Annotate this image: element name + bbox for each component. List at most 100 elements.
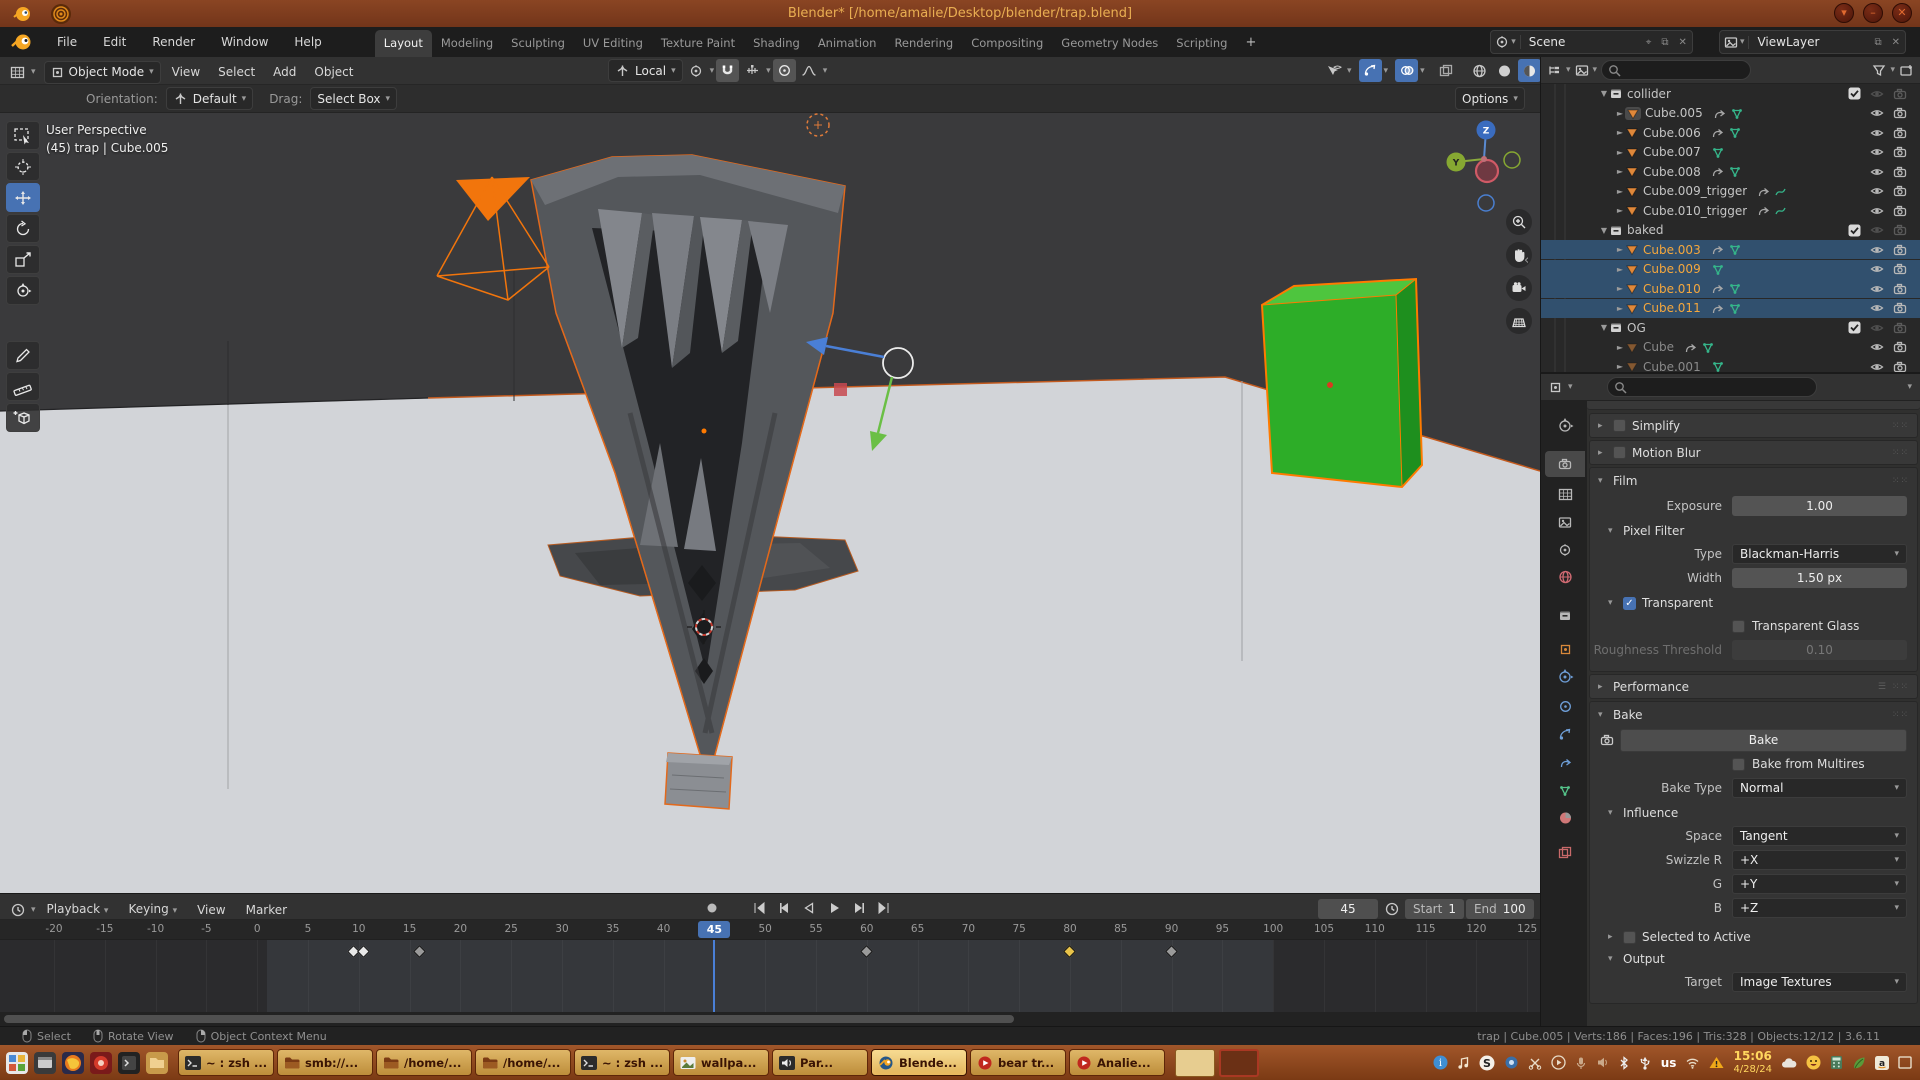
falloff-icon[interactable]: [798, 59, 821, 82]
taskbar-window-zsh[interactable]: ~ : zsh ...: [574, 1049, 670, 1076]
collection-checkbox[interactable]: [1848, 87, 1861, 100]
restore-button[interactable]: –: [1863, 3, 1883, 23]
new-scene-icon[interactable]: ⧉: [1656, 37, 1673, 48]
scissors-icon[interactable]: [1528, 1056, 1542, 1070]
collection-checkbox[interactable]: [1848, 321, 1861, 334]
pivot-point-icon[interactable]: [685, 59, 708, 82]
drag-mode-dropdown[interactable]: Select Box▾: [310, 87, 397, 110]
object-name[interactable]: Cube.006: [1643, 126, 1701, 140]
outliner-row-cube-003[interactable]: ► Cube.003: [1541, 240, 1920, 259]
object-name[interactable]: Cube.005: [1645, 106, 1703, 120]
display-mode-icon[interactable]: [1547, 64, 1562, 77]
rotate-tool[interactable]: [6, 214, 40, 243]
hide-in-viewport-icon[interactable]: [1870, 146, 1884, 158]
tab-rendering[interactable]: Rendering: [885, 30, 962, 57]
tab-texture-paint[interactable]: Texture Paint: [652, 30, 744, 57]
new-collection-icon[interactable]: [1899, 63, 1914, 77]
disable-in-render-icon[interactable]: [1893, 361, 1907, 373]
disable-in-render-icon[interactable]: [1893, 166, 1907, 178]
disable-render-icon[interactable]: [1893, 88, 1907, 100]
hide-in-viewport-icon[interactable]: [1870, 283, 1884, 295]
playhead[interactable]: [713, 940, 715, 1012]
tab-uv-editing[interactable]: UV Editing: [574, 30, 652, 57]
play-tray-icon[interactable]: [1551, 1055, 1566, 1070]
hide-in-viewport-icon[interactable]: [1870, 263, 1884, 275]
add-cube-tool[interactable]: [6, 403, 40, 432]
expand-arrow[interactable]: ►: [1615, 109, 1625, 118]
overlays-toggle-icon[interactable]: [1395, 59, 1418, 82]
filter-funnel-icon[interactable]: [1872, 64, 1886, 77]
properties-search-input[interactable]: [1607, 377, 1817, 397]
microphone-icon[interactable]: [1575, 1056, 1587, 1070]
disable-render-icon[interactable]: [1893, 322, 1907, 334]
object-name[interactable]: collider: [1627, 87, 1671, 101]
sidebar-collapse-arrow[interactable]: ‹: [1524, 253, 1529, 268]
play-reverse-button[interactable]: [797, 896, 820, 919]
box-select-tool[interactable]: [6, 121, 40, 150]
outliner-row-cube-010-trigger[interactable]: ► Cube.010_trigger: [1541, 201, 1920, 220]
dark-app-icon[interactable]: [118, 1052, 140, 1074]
navigation-gizmo[interactable]: Z Y: [1432, 115, 1540, 215]
viewport-menu-view[interactable]: View: [163, 59, 209, 85]
scale-tool[interactable]: [6, 245, 40, 274]
options-dropdown[interactable]: Options▾: [1455, 87, 1525, 110]
taskbar-window-analie[interactable]: Analie...: [1069, 1049, 1165, 1076]
calculator-icon[interactable]: [1830, 1055, 1843, 1070]
viewport-menu-select[interactable]: Select: [209, 59, 264, 85]
hide-in-viewport-icon[interactable]: [1870, 361, 1884, 373]
transparent-checkbox[interactable]: ✓: [1623, 597, 1636, 610]
jump-to-end-button[interactable]: [872, 896, 895, 919]
skype-icon[interactable]: S: [1479, 1055, 1495, 1071]
hide-collection-icon[interactable]: [1870, 88, 1884, 100]
object-name[interactable]: Cube: [1643, 340, 1674, 354]
swizzle-g-dropdown[interactable]: +Y▾: [1732, 874, 1907, 894]
filter-width-field[interactable]: 1.50 px: [1732, 568, 1907, 588]
outliner-row-og[interactable]: ▼ OG: [1541, 318, 1920, 337]
viewlayer-name[interactable]: ViewLayer: [1749, 35, 1869, 49]
hide-in-viewport-icon[interactable]: [1870, 166, 1884, 178]
leaf-icon[interactable]: [1852, 1056, 1866, 1070]
color-swatch-outline[interactable]: [1219, 1049, 1259, 1077]
firefox-icon[interactable]: [62, 1052, 84, 1074]
properties-tab-render[interactable]: [1545, 451, 1585, 477]
simplify-checkbox[interactable]: [1613, 419, 1626, 432]
add-workspace-tab[interactable]: +: [1236, 29, 1265, 57]
show-desktop-icon[interactable]: [1898, 1056, 1912, 1069]
target-dropdown[interactable]: Image Textures▾: [1732, 972, 1907, 992]
properties-tab-particles[interactable]: [1545, 693, 1585, 719]
expand-arrow[interactable]: ►: [1615, 128, 1625, 137]
prev-keyframe-button[interactable]: [772, 896, 795, 919]
tab-sculpting[interactable]: Sculpting: [502, 30, 574, 57]
wifi-icon[interactable]: [1685, 1057, 1700, 1069]
tab-shading[interactable]: Shading: [744, 30, 809, 57]
properties-tab-view-layer[interactable]: [1545, 509, 1585, 535]
taskbar-window-wallpa[interactable]: wallpa...: [673, 1049, 769, 1076]
properties-tab-collection[interactable]: [1545, 602, 1585, 628]
annotate-tool[interactable]: [6, 341, 40, 370]
outliner-row-cube-009[interactable]: ► Cube.009: [1541, 260, 1920, 279]
outliner-row-cube-006[interactable]: ► Cube.006: [1541, 123, 1920, 142]
timeline-tracks[interactable]: [0, 940, 1540, 1012]
move-tool[interactable]: [6, 183, 40, 212]
taskbar-window-bear-tr[interactable]: bear tr...: [970, 1049, 1066, 1076]
panel-performance[interactable]: ▸Performance ☰⁙⁙: [1589, 674, 1918, 699]
shading-material-icon[interactable]: [1518, 59, 1541, 82]
properties-tab-physics[interactable]: [1545, 721, 1585, 747]
object-name[interactable]: OG: [1627, 321, 1646, 335]
collection-checkbox[interactable]: [1848, 224, 1861, 237]
outliner-row-cube-009-trigger[interactable]: ► Cube.009_trigger: [1541, 182, 1920, 201]
record-button[interactable]: [700, 896, 723, 919]
properties-tab-object[interactable]: [1545, 636, 1585, 662]
properties-tab-world[interactable]: [1545, 564, 1585, 590]
info-icon[interactable]: i: [1433, 1055, 1448, 1070]
motion-blur-checkbox[interactable]: [1613, 446, 1626, 459]
keyboard-layout[interactable]: us: [1661, 1056, 1677, 1070]
next-keyframe-button[interactable]: [847, 896, 870, 919]
scene-selector[interactable]: ▾ Scene ⌖ ⧉ ✕: [1490, 30, 1693, 54]
play-button[interactable]: [822, 896, 845, 919]
subpanel-transparent[interactable]: ▾ ✓Transparent: [1590, 591, 1917, 613]
expand-arrow[interactable]: ►: [1615, 206, 1625, 215]
expand-arrow[interactable]: ►: [1615, 284, 1625, 293]
scene-name[interactable]: Scene: [1521, 35, 1641, 49]
camera-tray-icon[interactable]: [1504, 1056, 1519, 1069]
